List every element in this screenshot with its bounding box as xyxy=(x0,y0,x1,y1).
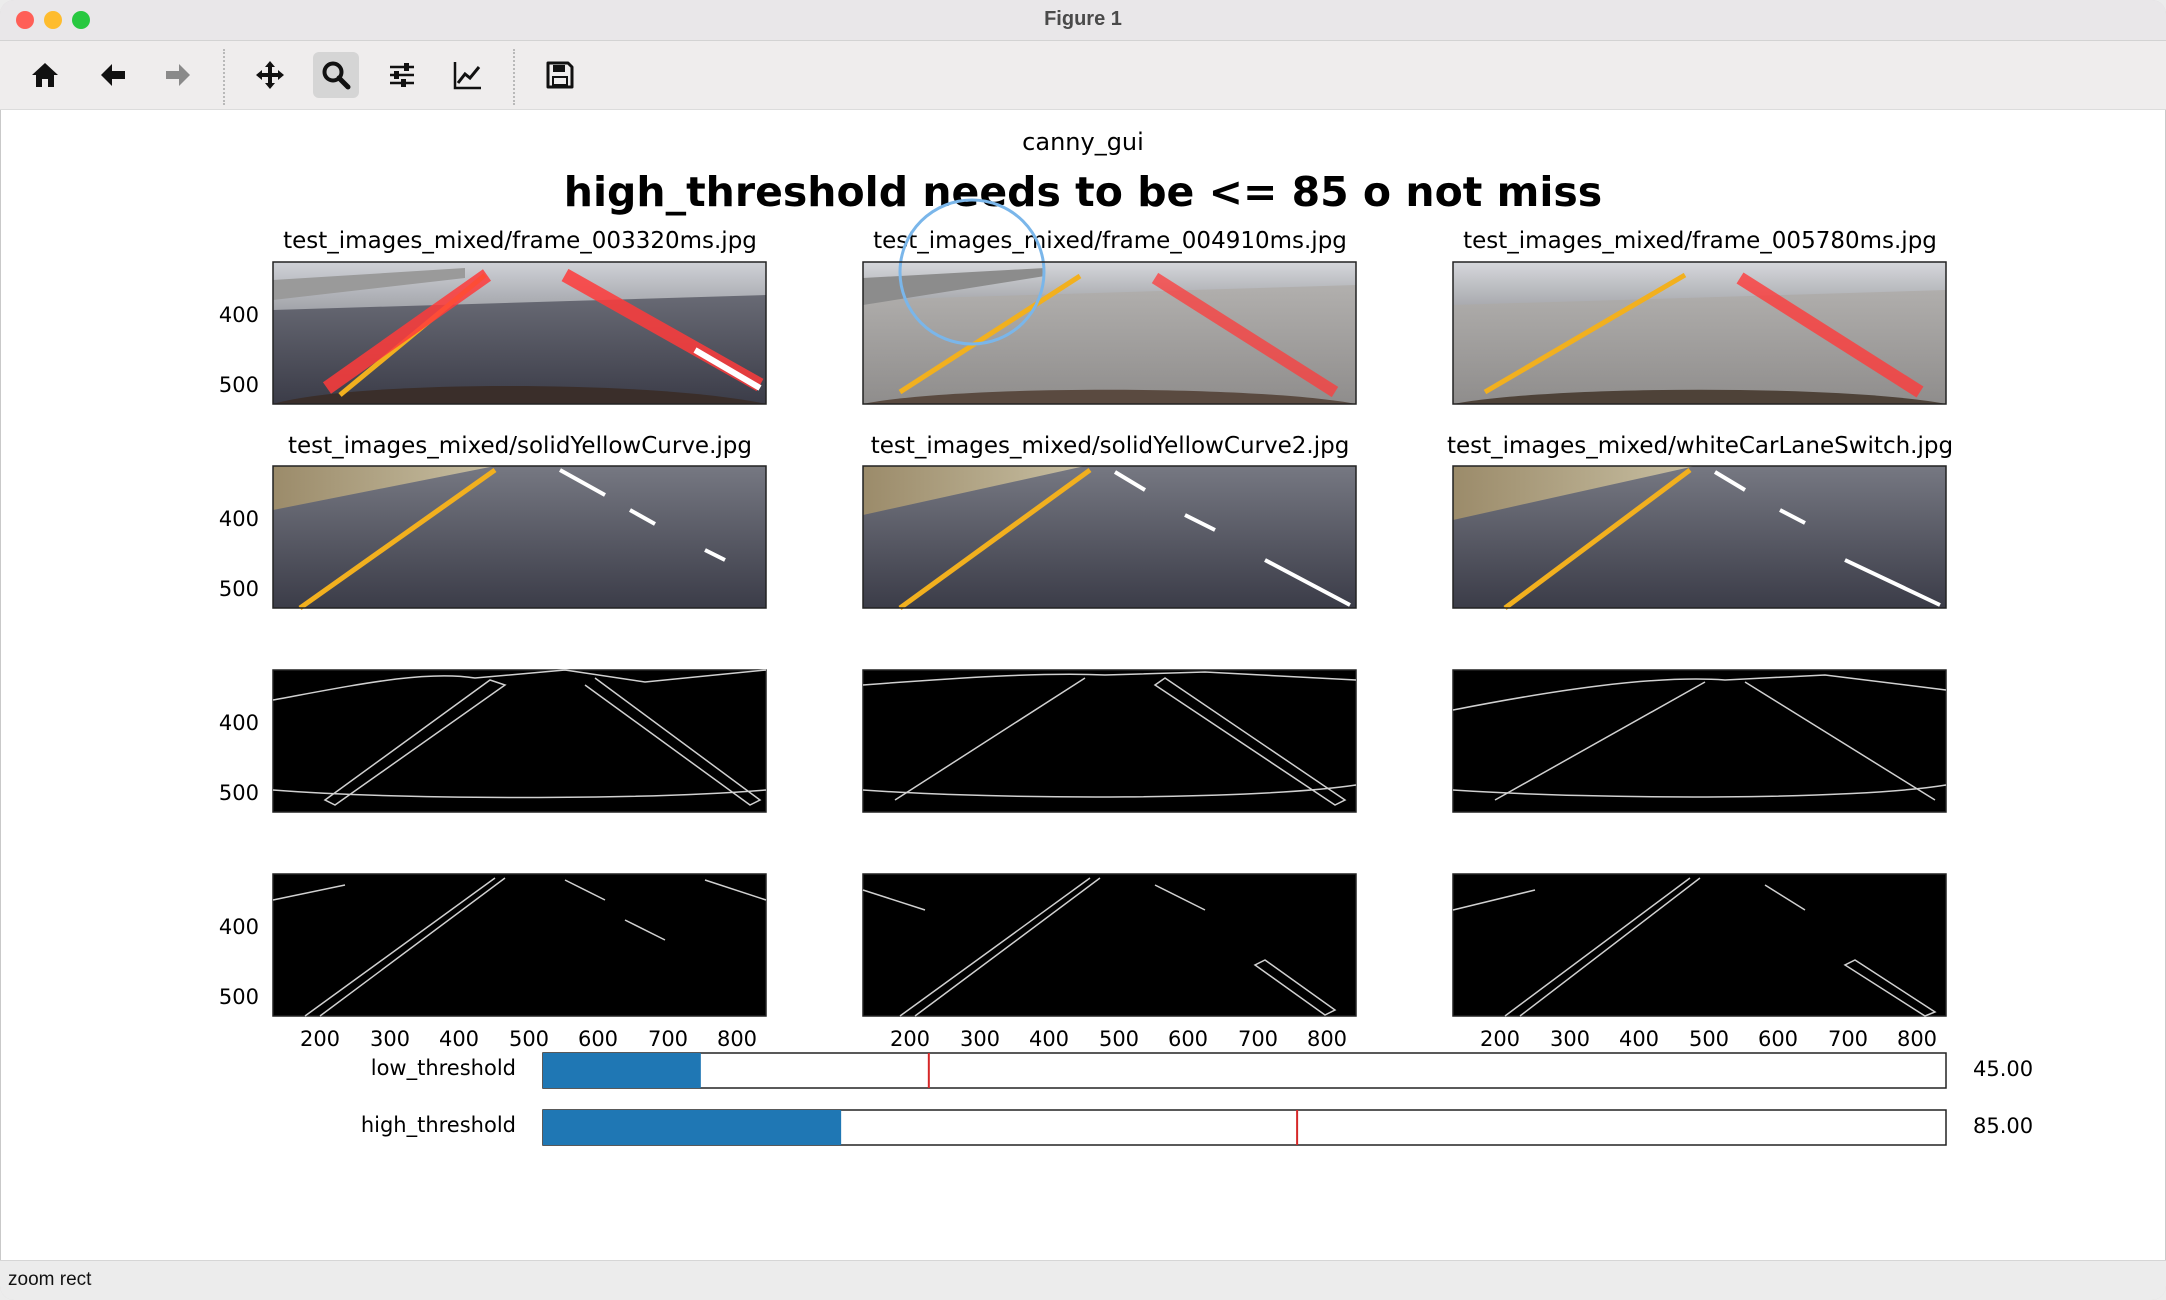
high-threshold-value: 85.00 xyxy=(1973,1114,2033,1138)
road-image-panel xyxy=(272,465,767,611)
x-tick-label: 800 xyxy=(717,1027,757,1051)
y-tick-label: 500 xyxy=(219,373,259,397)
subplots-button[interactable] xyxy=(379,52,425,98)
high-threshold-fill xyxy=(543,1110,842,1145)
x-tick-label: 200 xyxy=(890,1027,930,1051)
y-tick-label: 500 xyxy=(219,781,259,805)
toolbar-separator xyxy=(513,49,515,105)
home-button[interactable] xyxy=(22,52,68,98)
road-image-panel xyxy=(1452,465,1947,611)
x-tick-label: 800 xyxy=(1307,1027,1347,1051)
navigation-toolbar xyxy=(0,41,2166,110)
panel-title: test_images_mixed/frame_005780ms.jpg xyxy=(1463,228,1937,254)
low-threshold-slider[interactable] xyxy=(542,1052,1947,1089)
move-icon xyxy=(256,61,284,89)
figure: canny_gui high_threshold needs to be <= … xyxy=(219,128,2033,1146)
forward-button[interactable] xyxy=(155,52,201,98)
figure-canvas[interactable]: canny_gui high_threshold needs to be <= … xyxy=(5,110,2161,1260)
arrow-left-icon xyxy=(101,64,125,86)
x-tick-labels: 200 300 400 500 600 700 800 200 300 400 … xyxy=(300,1027,1937,1051)
title-bar: Figure 1 xyxy=(0,0,2166,41)
x-tick-label: 700 xyxy=(1238,1027,1278,1051)
pan-button[interactable] xyxy=(247,52,293,98)
edge-image-panel xyxy=(1452,873,1947,1017)
x-tick-label: 300 xyxy=(370,1027,410,1051)
y-tick-label: 500 xyxy=(219,985,259,1009)
edge-image-panel xyxy=(1452,669,1947,813)
panel-title: test_images_mixed/frame_003320ms.jpg xyxy=(283,228,757,254)
floppy-disk-icon xyxy=(546,61,574,89)
figure-suptitle: canny_gui xyxy=(1022,128,1144,156)
x-tick-label: 600 xyxy=(1758,1027,1798,1051)
status-bar: zoom rect xyxy=(0,1260,2166,1300)
edge-image-panel xyxy=(272,873,767,1017)
x-tick-label: 500 xyxy=(1689,1027,1729,1051)
x-tick-label: 600 xyxy=(578,1027,618,1051)
high-threshold-slider[interactable] xyxy=(542,1109,1947,1146)
arrow-right-icon xyxy=(166,64,190,86)
panel-title: test_images_mixed/frame_004910ms.jpg xyxy=(873,228,1347,254)
x-tick-label: 400 xyxy=(439,1027,479,1051)
status-message: zoom rect xyxy=(8,1269,92,1290)
low-threshold-value: 45.00 xyxy=(1973,1057,2033,1081)
lane-image-panel xyxy=(1452,261,1947,405)
panel-title: test_images_mixed/solidYellowCurve2.jpg xyxy=(871,433,1350,459)
toolbar-separator xyxy=(223,49,225,105)
low-threshold-fill xyxy=(543,1053,701,1088)
x-tick-label: 500 xyxy=(1099,1027,1139,1051)
y-tick-label: 400 xyxy=(219,507,259,531)
x-tick-label: 600 xyxy=(1168,1027,1208,1051)
zoom-button[interactable] xyxy=(313,52,359,98)
edge-image-panel xyxy=(862,669,1357,813)
y-tick-labels: 400 500 400 500 400 500 400 500 xyxy=(219,303,259,1009)
line-chart-icon xyxy=(453,62,481,90)
edge-image-panel xyxy=(862,873,1357,1017)
x-tick-label: 500 xyxy=(509,1027,549,1051)
y-tick-label: 400 xyxy=(219,303,259,327)
sliders-icon xyxy=(390,63,414,87)
x-tick-label: 200 xyxy=(300,1027,340,1051)
axes-button[interactable] xyxy=(445,52,491,98)
panel-title: test_images_mixed/whiteCarLaneSwitch.jpg xyxy=(1447,433,1953,459)
window-title: Figure 1 xyxy=(1044,8,1122,30)
low-threshold-label: low_threshold xyxy=(371,1056,516,1081)
app-window: Figure 1 canny_gui high_threshold needs … xyxy=(0,0,2166,1300)
high-threshold-label: high_threshold xyxy=(361,1113,516,1138)
back-button[interactable] xyxy=(90,52,136,98)
edge-image-panel xyxy=(272,669,767,813)
panel-title: test_images_mixed/solidYellowCurve.jpg xyxy=(288,433,752,459)
x-tick-label: 200 xyxy=(1480,1027,1520,1051)
x-tick-label: 400 xyxy=(1029,1027,1069,1051)
x-tick-label: 800 xyxy=(1897,1027,1937,1051)
y-tick-label: 400 xyxy=(219,711,259,735)
x-tick-label: 400 xyxy=(1619,1027,1659,1051)
x-tick-label: 300 xyxy=(1550,1027,1590,1051)
save-button[interactable] xyxy=(537,52,583,98)
y-tick-label: 400 xyxy=(219,915,259,939)
home-icon xyxy=(32,63,58,87)
x-tick-label: 300 xyxy=(960,1027,1000,1051)
lane-image-panel xyxy=(272,261,767,405)
magnifier-icon xyxy=(322,61,351,90)
y-tick-label: 500 xyxy=(219,577,259,601)
overlay-warning-title: high_threshold needs to be <= 85 o not m… xyxy=(564,168,1602,216)
x-tick-label: 700 xyxy=(648,1027,688,1051)
x-tick-label: 700 xyxy=(1828,1027,1868,1051)
road-image-panel xyxy=(862,465,1357,611)
